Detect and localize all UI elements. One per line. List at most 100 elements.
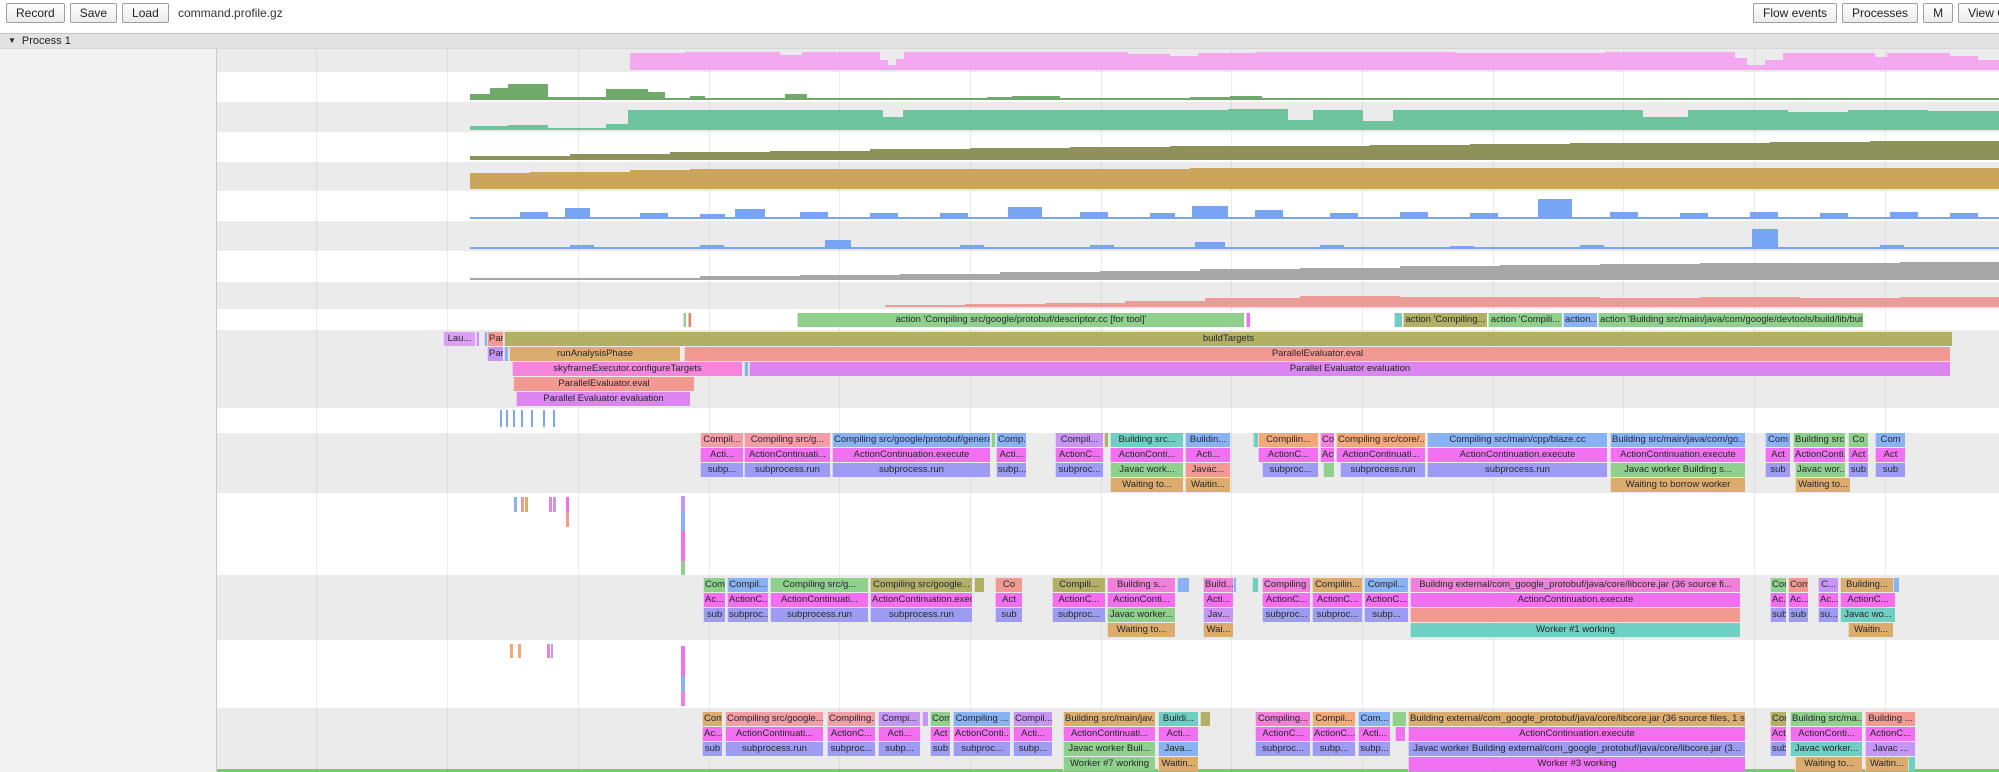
trace-slice[interactable]: Com (1875, 433, 1905, 447)
trace-slice[interactable]: action 'Compiling... (1403, 313, 1487, 327)
process-header[interactable]: ▼Process 1 (0, 33, 1999, 49)
trace-slice[interactable]: Waitin... (1158, 757, 1198, 771)
trace-slice[interactable]: Com (702, 712, 722, 726)
trace-slice[interactable]: Compi... (878, 712, 920, 726)
trace-slice-sliver[interactable] (991, 433, 995, 447)
trace-slice[interactable]: Par (487, 347, 503, 361)
trace-slice[interactable]: ActionC... (827, 727, 875, 741)
trace-slice[interactable]: Acti... (700, 448, 743, 462)
trace-slice-sliver[interactable] (1252, 578, 1258, 592)
trace-slice[interactable]: subproc... (827, 742, 875, 756)
trace-slice-sliver[interactable] (681, 511, 685, 531)
trace-slice[interactable]: Compiling ... (1262, 578, 1310, 592)
trace-slice[interactable]: action 'Compili... (1488, 313, 1562, 327)
trace-slice[interactable]: Worker #7 working (1063, 757, 1155, 771)
trace-slice[interactable]: Waiting to... (1795, 757, 1862, 771)
trace-slice[interactable]: ParallelEvaluator.eval (513, 377, 694, 391)
trace-slice[interactable]: ActionC... (1312, 727, 1355, 741)
trace-slice[interactable]: Javac... (1185, 463, 1230, 477)
trace-slice[interactable]: Act (930, 727, 950, 741)
trace-slice[interactable]: Ac... (1788, 593, 1808, 607)
trace-slice[interactable]: Act (1765, 448, 1790, 462)
trace-slice[interactable]: Co (995, 578, 1022, 592)
trace-slice[interactable]: Co (1320, 433, 1334, 447)
trace-slice[interactable]: Acti... (878, 727, 920, 741)
trace-slice[interactable]: subp... (1312, 742, 1355, 756)
trace-slice-sliver[interactable] (744, 362, 748, 376)
trace-slice-sliver[interactable] (551, 644, 553, 658)
trace-slice[interactable]: sub (702, 742, 722, 756)
trace-slice-sliver[interactable] (1233, 578, 1236, 592)
trace-slice[interactable]: Ac... (1818, 593, 1838, 607)
trace-slice[interactable]: Building src/main/jav... (1063, 712, 1155, 726)
trace-slice[interactable]: Building src/main/java/com/go... (1610, 433, 1745, 447)
m-button[interactable]: M (1923, 3, 1953, 23)
gc-event-tick[interactable] (543, 410, 545, 427)
trace-slice[interactable]: ActionC... (1262, 593, 1310, 607)
trace-slice-sliver[interactable] (521, 497, 524, 512)
trace-slice[interactable]: Javac wo... (1840, 608, 1895, 622)
trace-slice[interactable]: skyframeExecutor.configureTargets (512, 362, 742, 376)
trace-slice[interactable]: Building src/ma... (1790, 712, 1862, 726)
trace-slice[interactable]: Building... (1840, 578, 1893, 592)
trace-slice[interactable]: Javac worker Building external/com_googl… (1408, 742, 1745, 756)
gc-event-tick[interactable] (531, 410, 533, 427)
trace-slice-sliver[interactable] (553, 497, 556, 512)
trace-slice[interactable]: ActionC... (1055, 448, 1103, 462)
trace-slice[interactable]: ActionC... (1364, 593, 1408, 607)
trace-slice[interactable]: sub (1765, 463, 1790, 477)
trace-slice[interactable]: Compiling src/google... (870, 578, 972, 592)
timeline-canvas[interactable]: action 'Compiling src/google/protobuf/de… (0, 0, 1999, 772)
trace-slice[interactable]: Acti... (1203, 593, 1233, 607)
trace-slice[interactable]: subproc... (953, 742, 1010, 756)
trace-slice-sliver[interactable] (1893, 578, 1899, 592)
trace-slice[interactable]: subp... (1358, 742, 1390, 756)
trace-slice[interactable]: buildTargets (504, 332, 1952, 346)
trace-slice[interactable]: Acti... (996, 448, 1026, 462)
trace-slice[interactable]: sub (930, 742, 950, 756)
trace-slice-sliver[interactable] (681, 531, 685, 561)
trace-slice-sliver[interactable] (683, 313, 686, 327)
trace-slice[interactable]: sub (703, 608, 725, 622)
trace-slice[interactable]: Building src... (1793, 433, 1845, 447)
trace-slice[interactable]: Acti... (1358, 727, 1390, 741)
trace-slice[interactable]: Act (1320, 448, 1334, 462)
trace-slice[interactable]: Compilin... (1312, 578, 1362, 592)
trace-slice[interactable]: Waiting to borrow worker (1610, 478, 1745, 492)
trace-slice[interactable]: Compil... (1312, 712, 1355, 726)
trace-slice[interactable]: sub (995, 608, 1022, 622)
trace-slice[interactable]: subp... (700, 463, 743, 477)
trace-slice[interactable]: action 'Compiling src/google/protobuf/de… (797, 313, 1244, 327)
trace-slice[interactable]: subproc... (1262, 463, 1318, 477)
trace-slice[interactable]: action... (1563, 313, 1597, 327)
trace-slice[interactable]: Comp... (996, 433, 1026, 447)
trace-slice[interactable]: Waitin... (1848, 623, 1893, 637)
trace-slice[interactable]: Compiling ... (953, 712, 1010, 726)
trace-slice[interactable]: Compilin... (1258, 433, 1318, 447)
trace-slice-sliver[interactable] (525, 497, 528, 512)
trace-slice[interactable]: Com (1770, 712, 1786, 726)
flow-events-button[interactable]: Flow events (1753, 3, 1837, 23)
trace-slice[interactable]: subproc... (1055, 463, 1103, 477)
trace-slice[interactable]: ActionContinuati... (1336, 448, 1425, 462)
trace-slice[interactable]: ActionConti... (1790, 727, 1862, 741)
trace-slice[interactable]: ActionC... (727, 593, 768, 607)
trace-slice[interactable]: Ac... (702, 727, 722, 741)
gc-event-tick[interactable] (500, 410, 502, 427)
trace-slice[interactable]: Building external/com_google_protobuf/ja… (1408, 712, 1745, 726)
trace-slice-sliver[interactable] (681, 561, 685, 575)
trace-slice-sliver[interactable] (1177, 578, 1189, 592)
trace-slice-sliver[interactable] (510, 644, 513, 658)
trace-slice[interactable]: action 'Building src/main/java/com/googl… (1598, 313, 1863, 327)
trace-slice[interactable]: ActionContinuation.execute (1408, 727, 1745, 741)
trace-slice[interactable]: Buildin... (1185, 433, 1230, 447)
trace-slice[interactable]: subp... (1364, 608, 1408, 622)
trace-slice-sliver[interactable] (476, 332, 479, 346)
trace-slice[interactable]: Compiling... (1255, 712, 1310, 726)
trace-slice[interactable]: ActionContinuation.execute (832, 448, 990, 462)
trace-slice[interactable]: Com (1765, 433, 1790, 447)
view-options-button[interactable]: View Options (1958, 3, 1999, 23)
trace-slice[interactable]: Worker #1 working (1410, 623, 1740, 637)
trace-slice[interactable]: subprocess.run (1427, 463, 1607, 477)
trace-slice[interactable]: subprocess.run (770, 608, 868, 622)
